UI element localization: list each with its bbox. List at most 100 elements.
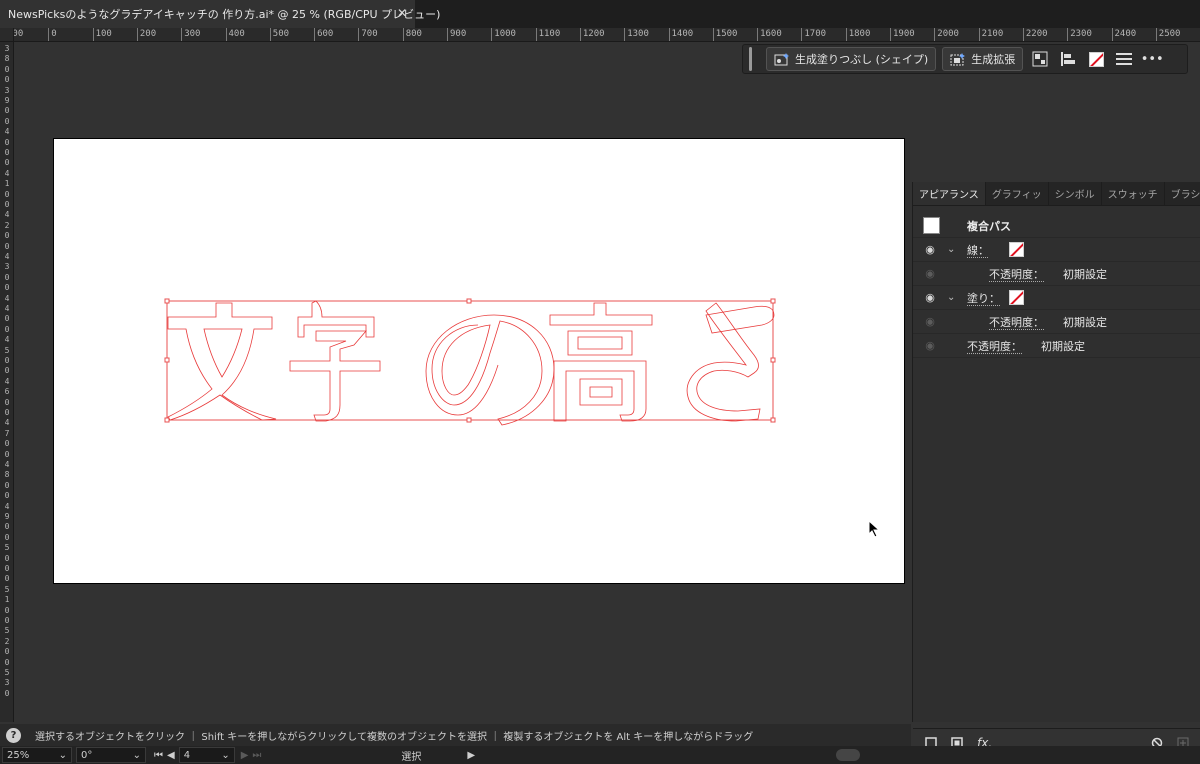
eye-icon[interactable]: ◉ xyxy=(923,267,937,280)
last-artboard-icon[interactable]: ⏭ xyxy=(252,750,261,761)
ruler-tick-label: 1 xyxy=(2,595,12,604)
generative-expand-button[interactable]: 生成拡張 xyxy=(942,47,1023,71)
ruler-tick-label: 0 xyxy=(2,491,12,500)
arrange-icon[interactable] xyxy=(1029,47,1051,71)
artboard-number: 4 xyxy=(184,750,190,761)
opacity-row[interactable]: ◉ 不透明度： 初期設定 xyxy=(913,334,1200,358)
ruler-tick-label: 4 xyxy=(2,460,12,469)
tab-graphic-styles[interactable]: グラフィッ xyxy=(986,182,1049,205)
ruler-tick-label: 0 xyxy=(2,283,12,292)
ruler-tick-label: 4 xyxy=(2,335,12,344)
vertical-ruler[interactable]: 3800390040004100420043004400450046004700… xyxy=(0,42,14,722)
generative-fill-label: 生成塗りつぶし (シェイプ) xyxy=(795,51,928,67)
opacity-label[interactable]: 不透明度： xyxy=(967,338,1022,354)
generative-expand-icon xyxy=(950,52,966,66)
stroke-swatch[interactable] xyxy=(1009,242,1024,257)
ruler-origin[interactable] xyxy=(0,28,14,42)
ruler-tick-label: 0 xyxy=(2,647,12,656)
ruler-tick-label: 0 xyxy=(2,314,12,323)
ruler-tick-label: 0 xyxy=(2,325,12,334)
fill-opacity-row[interactable]: ◉ 不透明度： 初期設定 xyxy=(913,310,1200,334)
chevron-down-icon[interactable]: ⌄ xyxy=(947,292,955,303)
ruler-tick-label: 1000 xyxy=(491,28,516,42)
ruler-tick-label: 1300 xyxy=(624,28,649,42)
chevron-down-icon: ⌄ xyxy=(133,750,141,761)
ruler-tick-label: 0 xyxy=(2,366,12,375)
ruler-tick-label: 1700 xyxy=(801,28,826,42)
eye-icon[interactable]: ◉ xyxy=(923,243,937,256)
tab-symbols[interactable]: シンボル xyxy=(1049,182,1102,205)
ruler-tick-label: 2400 xyxy=(1112,28,1137,42)
ruler-tick-label: 1500 xyxy=(713,28,738,42)
chevron-down-icon[interactable]: ⌄ xyxy=(947,244,955,255)
close-icon[interactable]: ✕ xyxy=(397,6,407,20)
canvas[interactable] xyxy=(14,42,911,722)
ruler-tick-label: 0 xyxy=(2,242,12,251)
ruler-tick-label: 2000 xyxy=(934,28,959,42)
document-tab[interactable]: NewsPicksのようなグラデアイキャッチの 作り方.ai* @ 25 % (… xyxy=(0,0,415,28)
next-artboard-icon[interactable]: ▶ xyxy=(241,750,249,761)
ruler-tick-label: 2500 xyxy=(1156,28,1181,42)
ruler-tick-label: 0 xyxy=(2,190,12,199)
first-artboard-icon[interactable]: ⏮ xyxy=(154,750,163,761)
horizontal-ruler[interactable]: 1000100200300400500600700800900100011001… xyxy=(14,28,1200,42)
tab-brushes[interactable]: ブラシ xyxy=(1165,182,1200,205)
ruler-tick-label: 6 xyxy=(2,387,12,396)
eye-icon[interactable]: ◉ xyxy=(923,315,937,328)
outlined-text xyxy=(168,301,774,425)
ruler-tick-label: 0 xyxy=(2,75,12,84)
ruler-tick-label: 400 xyxy=(226,28,245,42)
ruler-tick-label: 5 xyxy=(2,346,12,355)
ruler-tick-label: 5 xyxy=(2,626,12,635)
generative-fill-button[interactable]: 生成塗りつぶし (シェイプ) xyxy=(766,47,936,71)
ruler-tick-label: 0 xyxy=(2,450,12,459)
drag-handle[interactable] xyxy=(749,47,752,71)
fill-swatch[interactable] xyxy=(1009,290,1024,305)
tab-appearance[interactable]: アピアランス xyxy=(913,182,986,205)
ruler-tick-label: 0 xyxy=(2,606,12,615)
previous-artboard-icon[interactable]: ◀ xyxy=(167,750,175,761)
ruler-tick-label: 1900 xyxy=(890,28,915,42)
chevron-down-icon: ⌄ xyxy=(221,750,229,761)
fill-label[interactable]: 塗り： xyxy=(967,290,1000,306)
ruler-tick-label: 600 xyxy=(314,28,333,42)
rotation-select[interactable]: 0° ⌄ xyxy=(76,747,146,763)
stroke-opacity-row[interactable]: ◉ 不透明度： 初期設定 xyxy=(913,262,1200,286)
ruler-tick-label: 3 xyxy=(2,678,12,687)
help-icon[interactable]: ? xyxy=(6,728,21,743)
status-menu-icon[interactable]: ▶ xyxy=(467,750,475,761)
eye-icon[interactable]: ◉ xyxy=(923,291,937,304)
zoom-select[interactable]: 25% ⌄ xyxy=(2,747,72,763)
ruler-tick-label: 4 xyxy=(2,294,12,303)
properties-menu-icon[interactable] xyxy=(1113,47,1135,71)
scroll-thumb[interactable] xyxy=(836,749,860,761)
ruler-tick-label: 1100 xyxy=(536,28,561,42)
artboard[interactable] xyxy=(53,138,905,584)
ruler-tick-label: 0 xyxy=(48,28,56,42)
ruler-tick-label: 0 xyxy=(2,200,12,209)
eye-icon[interactable]: ◉ xyxy=(923,339,937,352)
ruler-tick-label: 3 xyxy=(2,86,12,95)
more-options-icon[interactable]: ••• xyxy=(1141,47,1163,71)
contextual-task-bar: 生成塗りつぶし (シェイプ) 生成拡張 ••• xyxy=(742,44,1188,74)
ruler-tick-label: 2200 xyxy=(1023,28,1048,42)
status-message: 選択するオブジェクトをクリック ｜ Shift キーを押しながらクリックして複数… xyxy=(35,728,753,743)
ruler-tick-label: 0 xyxy=(2,148,12,157)
stroke-label[interactable]: 線： xyxy=(967,242,989,258)
ruler-tick-label: 0 xyxy=(2,408,12,417)
stroke-row[interactable]: ◉ ⌄ 線： xyxy=(913,238,1200,262)
artboard-number-select[interactable]: 4 ⌄ xyxy=(179,747,235,763)
ruler-tick-label: 0 xyxy=(2,533,12,542)
ruler-tick-label: 4 xyxy=(2,502,12,511)
fill-opacity-label[interactable]: 不透明度： xyxy=(989,314,1044,330)
ruler-tick-label: 1200 xyxy=(580,28,605,42)
artwork-outline[interactable] xyxy=(54,139,906,585)
ruler-tick-label: 0 xyxy=(2,65,12,74)
align-icon[interactable] xyxy=(1057,47,1079,71)
fill-none-icon[interactable] xyxy=(1085,47,1107,71)
stroke-opacity-label[interactable]: 不透明度： xyxy=(989,266,1044,282)
ruler-tick-label: 5 xyxy=(2,585,12,594)
tab-swatches[interactable]: スウォッチ xyxy=(1102,182,1165,205)
ruler-tick-label: 4 xyxy=(2,169,12,178)
fill-row[interactable]: ◉ ⌄ 塗り： xyxy=(913,286,1200,310)
